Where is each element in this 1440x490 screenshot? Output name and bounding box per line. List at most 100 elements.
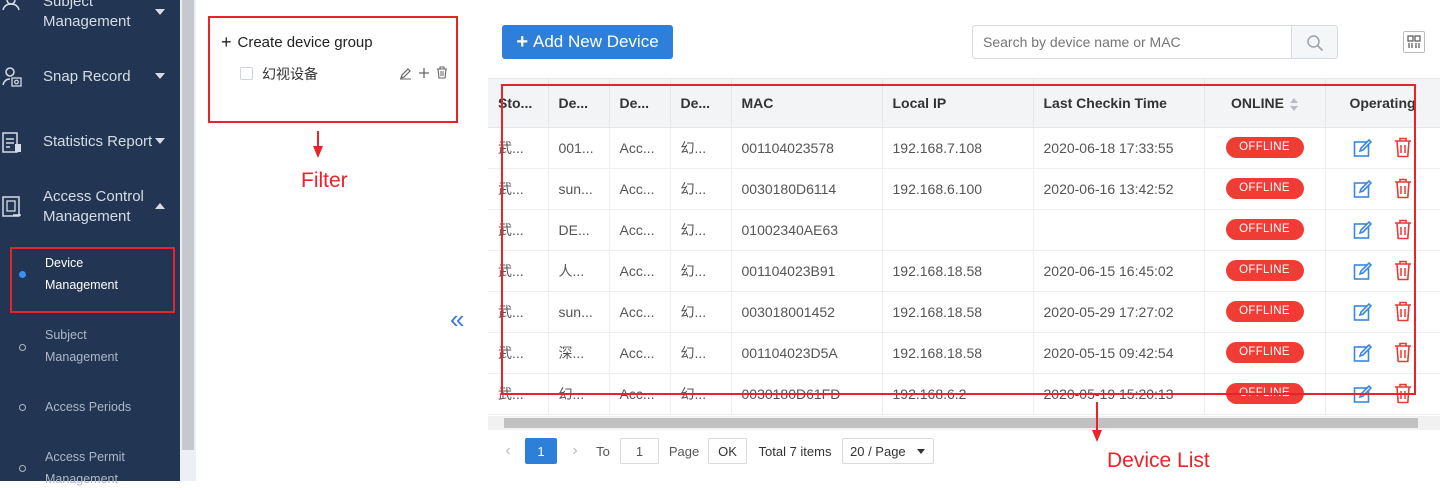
table-cell-ip: 192.168.18.58 (882, 250, 1034, 292)
prev-page-button[interactable]: ‹ (500, 438, 516, 464)
jump-ok-button[interactable]: OK (708, 438, 747, 464)
column-header-online[interactable]: ONLINE (1204, 79, 1326, 128)
subnav-device-management[interactable]: Device Management (0, 252, 180, 300)
chevron-down-icon (155, 138, 165, 144)
plus-icon: + (516, 30, 528, 53)
status-badge: OFFLINE (1225, 178, 1304, 199)
table-cell-time: 2020-06-15 16:45:02 (1033, 250, 1205, 292)
column-settings-button[interactable] (1403, 31, 1425, 53)
delete-icon[interactable] (436, 66, 448, 79)
chevron-down-icon (917, 449, 925, 454)
table-cell-c4: 幻... (670, 373, 732, 415)
page-size-select[interactable]: 20 / Page (842, 438, 934, 464)
table-cell-time: 2020-06-16 13:42:52 (1033, 168, 1205, 210)
edit-icon[interactable] (1353, 343, 1373, 363)
search-button[interactable] (1292, 25, 1338, 59)
nav-access-control-management[interactable]: Access Control Management (0, 186, 180, 230)
edit-icon[interactable] (1353, 179, 1373, 199)
report-icon (2, 132, 21, 153)
sidebar-scrollbar-thumb[interactable] (182, 0, 194, 450)
create-group-label: Create device group (237, 33, 373, 51)
edit-icon[interactable] (1353, 302, 1373, 322)
table-scrollbar-thumb[interactable] (504, 418, 1418, 428)
column-header[interactable]: De... (609, 79, 671, 128)
table-cell-c4: 幻... (670, 127, 732, 169)
table-cell-c4: 幻... (670, 291, 732, 333)
table-cell-operating (1325, 250, 1440, 292)
delete-icon[interactable] (1393, 301, 1413, 322)
edit-icon[interactable] (399, 67, 412, 80)
column-header[interactable]: De... (548, 79, 610, 128)
subnav-label: Management (45, 278, 118, 292)
table-row: 武... sun... Acc... 幻... 003018001452 192.168.… (488, 291, 1440, 333)
column-header[interactable]: Sto... (488, 79, 549, 128)
edit-icon[interactable] (1353, 220, 1373, 240)
table-cell-mac: 0030180D61FD (731, 373, 883, 415)
nav-subject-management[interactable]: Subject Management (0, 0, 180, 40)
subnav-label: Management (45, 350, 118, 364)
table-cell-status: OFFLINE (1204, 250, 1326, 292)
filter-annotation: Filter (301, 169, 348, 192)
collapse-icon[interactable]: « (450, 306, 464, 332)
dot-icon (19, 344, 26, 351)
jump-page-input[interactable]: 1 (620, 438, 659, 464)
table-cell-c4: 幻... (670, 209, 732, 251)
column-header-label: ONLINE (1231, 94, 1284, 111)
subnav-label: Access Permit (45, 450, 125, 464)
column-header[interactable]: MAC (731, 79, 883, 128)
column-header[interactable]: Last Checkin Time (1033, 79, 1205, 128)
table-cell-operating (1325, 373, 1440, 415)
table-cell-operating (1325, 332, 1440, 374)
table-cell-c2: 深... (548, 332, 610, 374)
table-cell-mac: 001104023D5A (731, 332, 883, 374)
sidebar: Subject Management Snap Record Statistic… (0, 0, 180, 486)
nav-statistics-report[interactable]: Statistics Report (0, 124, 180, 158)
group-item[interactable]: 幻视设备 (240, 64, 450, 84)
table-cell-mac: 01002340AE63 (731, 209, 883, 251)
table-cell-status: OFFLINE (1204, 168, 1326, 210)
edit-icon[interactable] (1353, 261, 1373, 281)
nav-snap-record[interactable]: Snap Record (0, 60, 180, 94)
create-group-button[interactable]: + Create device group (221, 33, 373, 51)
group-checkbox[interactable] (240, 67, 253, 80)
annotation-arrow-head (313, 146, 323, 158)
pagination: ‹ 1 › To 1 Page OK Total 7 items 20 / Pa… (488, 436, 1440, 466)
page-label: Page (668, 443, 700, 459)
nav-label: Subject (43, 0, 94, 10)
add-device-button[interactable]: + Add New Device (502, 25, 673, 59)
table-cell-c3: Acc... (609, 291, 671, 333)
column-header[interactable]: De... (670, 79, 732, 128)
nav-label: Management (43, 13, 131, 30)
jump-to-label: To (596, 443, 610, 459)
column-header[interactable]: Local IP (882, 79, 1034, 128)
delete-icon[interactable] (1393, 219, 1413, 240)
delete-icon[interactable] (1393, 260, 1413, 281)
edit-icon[interactable] (1353, 384, 1373, 404)
delete-icon[interactable] (1393, 137, 1413, 158)
subnav-access-permit-management[interactable]: Access Permit Management (0, 446, 180, 486)
table-cell-operating (1325, 127, 1440, 169)
annotation-arrow (317, 131, 319, 147)
table-cell-status: OFFLINE (1204, 209, 1326, 251)
table-cell-store: 武... (488, 332, 549, 374)
plus-icon[interactable] (418, 67, 430, 79)
subnav-access-periods[interactable]: Access Periods (0, 396, 180, 420)
page-1-button[interactable]: 1 (525, 438, 557, 464)
table-cell-store: 武... (488, 127, 549, 169)
search-input[interactable] (972, 25, 1292, 59)
sort-icon[interactable] (1289, 97, 1298, 111)
delete-icon[interactable] (1393, 383, 1413, 404)
table-row: 武... 001... Acc... 幻... 001104023578 192.168.… (488, 127, 1440, 169)
delete-icon[interactable] (1393, 342, 1413, 363)
total-items: Total 7 items (758, 443, 832, 459)
table-cell-c3: Acc... (609, 127, 671, 169)
table-cell-status: OFFLINE (1204, 291, 1326, 333)
table-cell-c4: 幻... (670, 332, 732, 374)
delete-icon[interactable] (1393, 178, 1413, 199)
status-badge: OFFLINE (1225, 137, 1304, 158)
status-badge: OFFLINE (1225, 219, 1304, 240)
table-row: 武... 幻... Acc... 幻... 0030180D61FD 192.168.6.… (488, 373, 1440, 415)
subnav-subject-management[interactable]: Subject Management (0, 324, 180, 372)
edit-icon[interactable] (1353, 138, 1373, 158)
next-page-button[interactable]: › (567, 438, 583, 464)
